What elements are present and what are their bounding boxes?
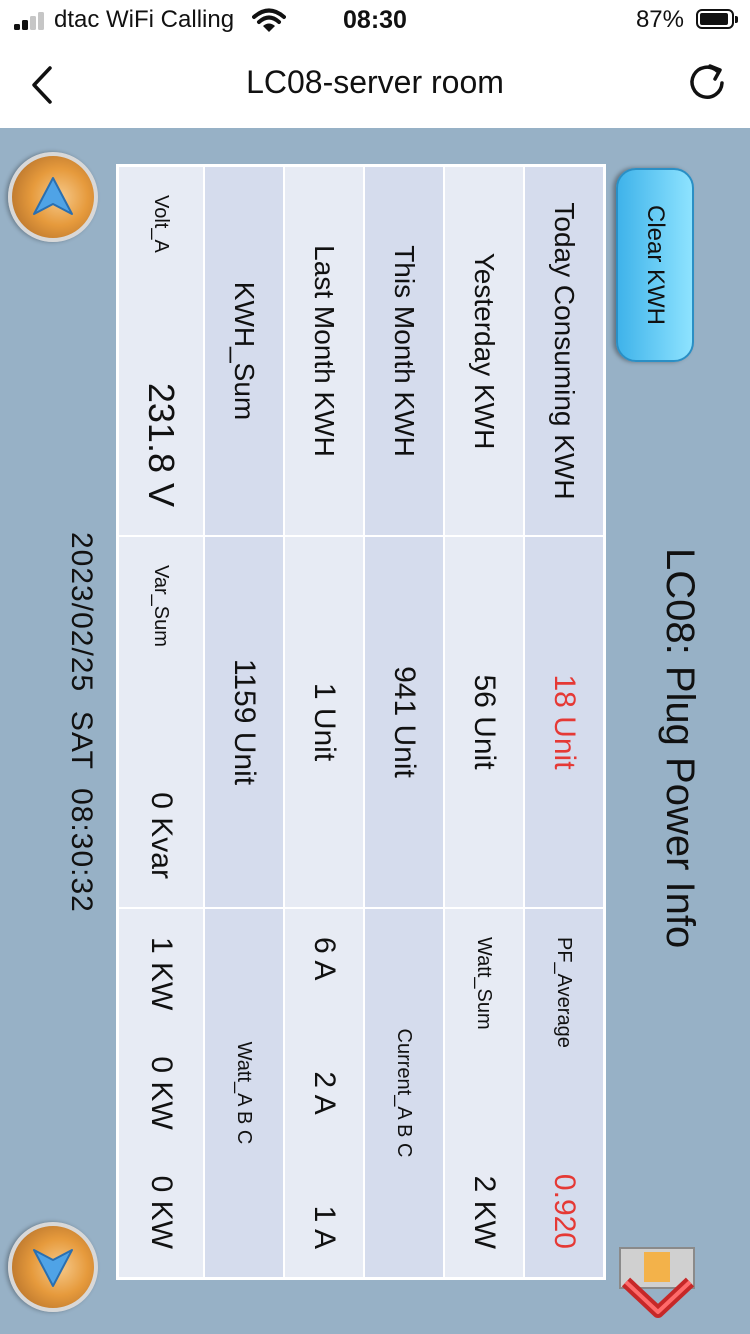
current-b-value: 2 A — [308, 1071, 341, 1115]
today-consuming-value: 18 Unit — [524, 536, 604, 908]
battery-percent: 87% — [635, 6, 684, 33]
volt-a-cell: Volt_A 231.8 V — [118, 166, 204, 536]
current-a-value: 6 A — [308, 937, 341, 981]
current-abc-label: Current_A B C — [364, 908, 444, 1278]
power-info-table: Today Consuming KWH 18 Unit PF_Average 0… — [116, 164, 606, 1280]
current-c-value: 1 A — [308, 1205, 341, 1249]
watt-sum-cell: Watt_Sum 2 KW — [444, 908, 524, 1278]
yesterday-label: Yesterday KWH — [444, 166, 524, 536]
kwh-sum-value: 1159 Unit — [204, 536, 284, 908]
var-sum-cell: Var_Sum 0 Kvar — [118, 536, 204, 908]
refresh-icon[interactable] — [684, 60, 730, 106]
watt-abc-values: 1 KW 0 KW 0 KW — [118, 908, 204, 1278]
this-month-label: This Month KWH — [364, 166, 444, 536]
content-panel: LC08: Plug Power Info Clear KWH Today Co… — [0, 128, 750, 1334]
arrow-right-icon — [33, 1249, 73, 1287]
kwh-sum-label: KWH_Sum — [204, 166, 284, 536]
pf-average-value: 0.920 — [548, 1173, 581, 1249]
arrow-left-icon — [33, 177, 73, 215]
watt-sum-value: 2 KW — [468, 1175, 501, 1249]
pf-average-cell: PF_Average 0.920 — [524, 908, 604, 1278]
watt-a-value: 1 KW — [145, 937, 178, 1011]
watt-sum-label: Watt_Sum — [473, 937, 496, 1030]
status-bar: dtac WiFi Calling 08:30 87% — [0, 0, 750, 42]
var-sum-label: Var_Sum — [150, 565, 173, 647]
last-month-label: Last Month KWH — [284, 166, 364, 536]
nav-title: LC08-server room — [246, 64, 504, 100]
yesterday-value: 56 Unit — [444, 536, 524, 908]
watt-abc-label: Watt_A B C — [204, 908, 284, 1278]
last-month-value: 1 Unit — [284, 536, 364, 908]
page-down-button[interactable] — [8, 1222, 98, 1312]
navigation-bar: LC08-server room — [0, 42, 750, 128]
volt-a-value: 231.8 V — [141, 382, 182, 507]
today-consuming-label: Today Consuming KWH — [524, 166, 604, 536]
battery-icon — [696, 9, 738, 29]
var-sum-value: 0 Kvar — [145, 792, 178, 879]
watt-c-value: 0 KW — [145, 1175, 178, 1249]
page-up-button[interactable] — [8, 152, 98, 242]
rotated-stage: LC08: Plug Power Info Clear KWH Today Co… — [0, 128, 750, 1334]
datetime-readout: 2023/02/25 SAT 08:30:32 — [65, 532, 98, 913]
current-abc-values: 6 A 2 A 1 A — [284, 908, 364, 1278]
pf-average-label: PF_Average — [553, 937, 576, 1048]
page-title: LC08: Plug Power Info — [658, 548, 702, 949]
volt-a-label: Volt_A — [150, 195, 173, 253]
clear-kwh-button[interactable]: Clear KWH — [616, 168, 694, 362]
exit-icon[interactable] — [604, 1222, 714, 1332]
this-month-value: 941 Unit — [364, 536, 444, 908]
watt-b-value: 0 KW — [145, 1056, 178, 1130]
